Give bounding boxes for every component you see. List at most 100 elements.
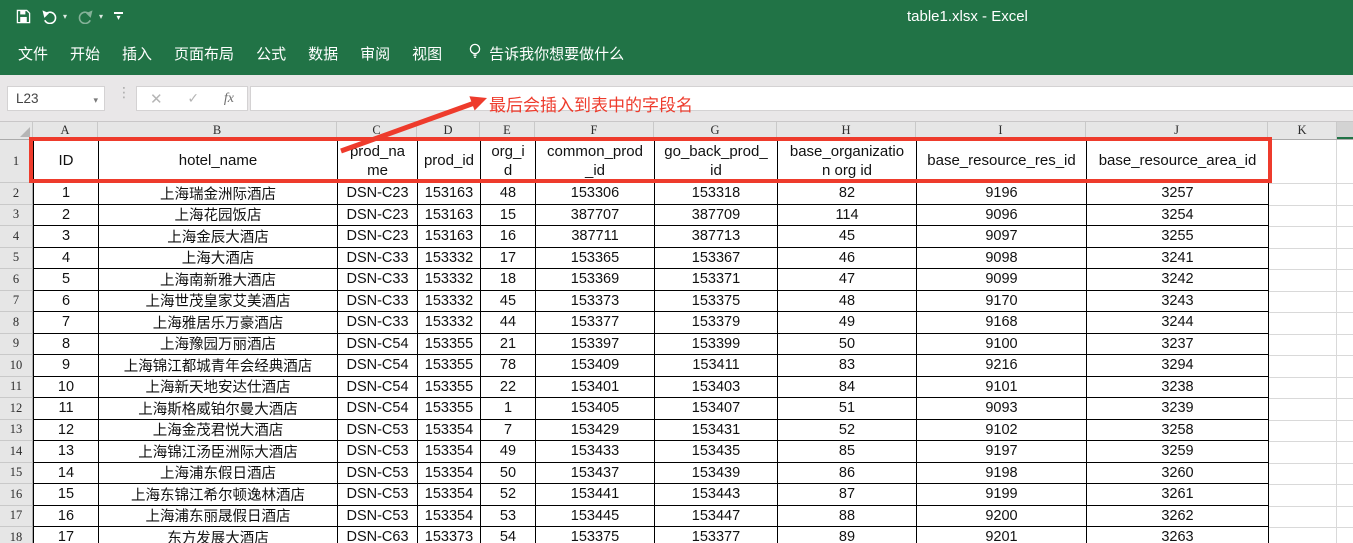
cell[interactable]: 12 <box>34 420 99 442</box>
name-box[interactable]: L23 ▾ <box>7 86 105 111</box>
cell[interactable]: 153437 <box>536 463 655 485</box>
tell-me-box[interactable]: 告诉我你想要做什么 <box>468 43 624 64</box>
row-header-5[interactable]: 5 <box>0 248 33 270</box>
cell[interactable]: 51 <box>778 398 917 420</box>
cell[interactable]: 9093 <box>917 398 1087 420</box>
cell[interactable]: 153355 <box>418 334 481 356</box>
name-box-dropdown-icon[interactable]: ▾ <box>93 95 98 106</box>
ribbon-tab-2[interactable]: 插入 <box>111 43 163 64</box>
cell[interactable]: 153355 <box>418 355 481 377</box>
cell[interactable]: 153318 <box>655 183 778 205</box>
cell[interactable]: DSN-C54 <box>338 334 418 356</box>
cell[interactable]: 153403 <box>655 377 778 399</box>
cell[interactable]: 2 <box>34 205 99 227</box>
cell[interactable]: 153397 <box>536 334 655 356</box>
cell[interactable]: 153355 <box>418 398 481 420</box>
row-header-7[interactable]: 7 <box>0 291 33 313</box>
cell[interactable]: 3239 <box>1087 398 1269 420</box>
cell[interactable]: 3263 <box>1087 527 1269 543</box>
cell[interactable]: 153354 <box>418 420 481 442</box>
cell[interactable]: 22 <box>481 377 536 399</box>
cell[interactable]: 上海东锦江希尔顿逸林酒店 <box>99 484 338 506</box>
cell[interactable]: 50 <box>778 334 917 356</box>
cell[interactable]: 上海大酒店 <box>99 248 338 270</box>
table-header-cell[interactable]: go_back_prod_id <box>655 141 778 183</box>
undo-dropdown-icon[interactable]: ▾ <box>63 12 67 21</box>
row-header-8[interactable]: 8 <box>0 312 33 334</box>
table-header-cell[interactable]: common_prod_id <box>536 141 655 183</box>
cell[interactable]: 52 <box>778 420 917 442</box>
cell[interactable]: 153354 <box>418 463 481 485</box>
cell[interactable]: 153373 <box>418 527 481 543</box>
cell[interactable]: 9216 <box>917 355 1087 377</box>
cell[interactable]: DSN-C23 <box>338 205 418 227</box>
cell[interactable]: DSN-C63 <box>338 527 418 543</box>
cell[interactable]: 9201 <box>917 527 1087 543</box>
column-header-G[interactable]: G <box>654 122 777 139</box>
cell[interactable]: 153445 <box>536 506 655 528</box>
cell[interactable]: 上海锦江汤臣洲际大酒店 <box>99 441 338 463</box>
cell[interactable]: 153367 <box>655 248 778 270</box>
cell[interactable]: DSN-C33 <box>338 291 418 313</box>
redo-icon[interactable] <box>77 9 94 24</box>
cell[interactable]: DSN-C53 <box>338 441 418 463</box>
cell[interactable]: 153306 <box>536 183 655 205</box>
cell[interactable]: 9198 <box>917 463 1087 485</box>
cell[interactable]: 15 <box>34 484 99 506</box>
cell[interactable]: 387711 <box>536 226 655 248</box>
cell[interactable]: 153371 <box>655 269 778 291</box>
cell[interactable]: DSN-C23 <box>338 183 418 205</box>
cell[interactable]: 10 <box>34 377 99 399</box>
cell[interactable]: 3294 <box>1087 355 1269 377</box>
cell[interactable]: 上海南新雅大酒店 <box>99 269 338 291</box>
cell[interactable]: 89 <box>778 527 917 543</box>
cell[interactable]: 9101 <box>917 377 1087 399</box>
cell[interactable]: 153354 <box>418 441 481 463</box>
table-header-cell[interactable]: base_resource_res_id <box>917 141 1087 183</box>
cell[interactable]: 9099 <box>917 269 1087 291</box>
cell[interactable]: DSN-C23 <box>338 226 418 248</box>
cell[interactable]: 46 <box>778 248 917 270</box>
cell[interactable]: 153429 <box>536 420 655 442</box>
cell[interactable]: 153377 <box>655 527 778 543</box>
redo-dropdown-icon[interactable]: ▾ <box>99 12 103 21</box>
cell[interactable]: 153375 <box>655 291 778 313</box>
select-all-corner[interactable] <box>0 122 33 139</box>
cell[interactable]: 86 <box>778 463 917 485</box>
cell[interactable]: 7 <box>481 420 536 442</box>
cell[interactable]: 153399 <box>655 334 778 356</box>
cell[interactable]: 87 <box>778 484 917 506</box>
row-header-6[interactable]: 6 <box>0 269 33 291</box>
cell[interactable]: 3242 <box>1087 269 1269 291</box>
row-header-13[interactable]: 13 <box>0 420 33 442</box>
cell[interactable]: 54 <box>481 527 536 543</box>
cell[interactable]: 82 <box>778 183 917 205</box>
cell[interactable]: 6 <box>34 291 99 313</box>
cell[interactable]: 153354 <box>418 506 481 528</box>
cell[interactable]: 387709 <box>655 205 778 227</box>
enter-icon[interactable]: ✓ <box>187 90 199 107</box>
cell[interactable]: 3238 <box>1087 377 1269 399</box>
cell[interactable]: 7 <box>34 312 99 334</box>
table-header-cell[interactable]: ID <box>34 141 99 183</box>
table-header-cell[interactable]: prod_name <box>338 141 418 183</box>
row-header-3[interactable]: 3 <box>0 205 33 227</box>
row-header-9[interactable]: 9 <box>0 334 33 356</box>
row-header-1[interactable]: 1 <box>0 140 33 183</box>
cell[interactable]: 3257 <box>1087 183 1269 205</box>
cell[interactable]: 上海锦江都城青年会经典酒店 <box>99 355 338 377</box>
cell[interactable]: 153435 <box>655 441 778 463</box>
cell[interactable]: 1 <box>34 183 99 205</box>
cell[interactable]: 上海花园饭店 <box>99 205 338 227</box>
cell[interactable]: DSN-C54 <box>338 377 418 399</box>
cell[interactable]: 17 <box>34 527 99 543</box>
row-header-18[interactable]: 18 <box>0 527 33 543</box>
cell[interactable]: DSN-C33 <box>338 248 418 270</box>
cell[interactable]: 153411 <box>655 355 778 377</box>
cell[interactable]: 49 <box>778 312 917 334</box>
cell[interactable]: 9098 <box>917 248 1087 270</box>
cell[interactable]: 9200 <box>917 506 1087 528</box>
row-header-15[interactable]: 15 <box>0 463 33 485</box>
cell[interactable]: 17 <box>481 248 536 270</box>
column-header-I[interactable]: I <box>916 122 1086 139</box>
